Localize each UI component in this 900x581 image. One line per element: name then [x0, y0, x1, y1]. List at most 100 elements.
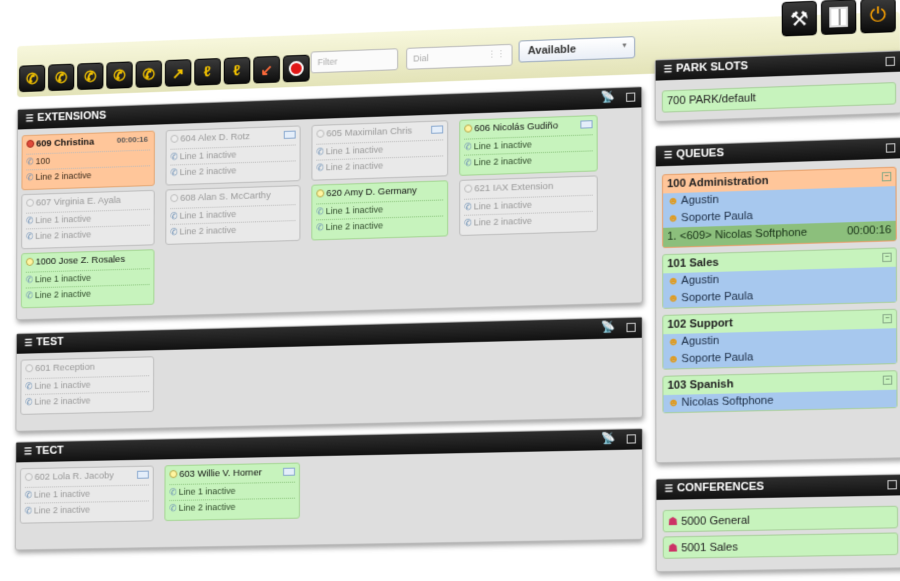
settings-tools-icon[interactable]: ⚒: [781, 0, 817, 37]
agent-icon: ☻: [667, 194, 680, 208]
extension-card[interactable]: 602 Lola R. Jacoby ✆ Line 1 inactive ✆ Line …: [19, 465, 154, 524]
extensions-title: EXTENSIONS: [37, 109, 107, 124]
dial-icon: ✆: [25, 70, 39, 88]
minimize-icon[interactable]: [885, 143, 896, 153]
menu-icon[interactable]: ☰: [25, 338, 33, 348]
collapse-icon[interactable]: −: [881, 171, 892, 182]
spy-button[interactable]: ℓ: [194, 57, 221, 86]
phone-line-icon: ✆: [464, 141, 472, 152]
tect-title: TECT: [35, 444, 64, 458]
extension-card[interactable]: 601 Reception ✆ Line 1 inactive ✆ Line 2 ina…: [20, 356, 155, 415]
voicemail-icon[interactable]: [431, 125, 444, 134]
extension-card[interactable]: 604 Alex D. Rotz ✆ Line 1 inactive ✆ Line 2 …: [165, 125, 301, 186]
queue-item[interactable]: 101 Sales − ☻ Agustin ☻ Soporte Paula: [662, 247, 898, 309]
phone-line-icon: ✆: [170, 167, 178, 178]
voicemail-icon[interactable]: [283, 467, 296, 476]
presence-status-icon: [170, 134, 179, 143]
test-panel: ☰ TEST 📡 601 Reception ✆ Line 1 inactive ✆ Lin…: [15, 316, 644, 432]
voicemail-icon[interactable]: [580, 120, 593, 129]
extension-line1-text: Line 1 inactive: [325, 144, 384, 157]
broadcast-icon[interactable]: 📡: [601, 90, 615, 104]
extension-name: 621 IAX Extension: [474, 180, 554, 195]
conference-room[interactable]: ☗ 5001 Sales: [662, 532, 899, 559]
menu-icon[interactable]: ☰: [664, 64, 672, 74]
conference-button[interactable]: ✆: [106, 61, 133, 89]
minimize-icon[interactable]: [885, 56, 895, 67]
queue-item[interactable]: 100 Administration − ☻ Agustin ☻ Soporte Paul…: [661, 166, 897, 249]
transfer-icon: ✆: [55, 69, 68, 87]
dialpad-icon[interactable]: ⋮⋮: [487, 49, 505, 61]
extension-card[interactable]: 608 Alan S. McCarthy ✆ Line 1 inactive ✆ Lin…: [165, 185, 301, 245]
broadcast-icon[interactable]: 📡: [601, 320, 615, 334]
extension-line1-text: Line 1 inactive: [35, 272, 92, 285]
broadcast-icon[interactable]: 📡: [601, 432, 615, 445]
extension-card[interactable]: 605 Maximilan Chris ✆ Line 1 inactive ✆ Line…: [311, 120, 449, 181]
hangup-button[interactable]: ↙: [253, 55, 280, 84]
extension-name: 602 Lola R. Jacoby: [34, 470, 114, 483]
extension-name: 620 Amy D. Germany: [326, 185, 417, 200]
pickup-button[interactable]: ↗: [164, 59, 192, 87]
extension-line2: ✆ Line 2 inactive: [464, 210, 593, 231]
extension-name: 609 Christina: [36, 136, 95, 150]
dial-button[interactable]: ✆: [19, 64, 46, 93]
minimize-icon[interactable]: [626, 92, 636, 102]
queues-header: ☰ QUEUES: [655, 137, 900, 167]
minimize-icon[interactable]: [626, 434, 636, 444]
extension-card[interactable]: 607 Virginia E. Ayala ✆ Line 1 inactive ✆ Li…: [21, 189, 155, 250]
extension-line2-text: Line 2 inactive: [179, 165, 237, 178]
agent-name: Agustin: [681, 193, 719, 208]
dial-input[interactable]: Dial ⋮⋮: [406, 43, 513, 70]
extension-card[interactable]: 606 Nicolás Gudiño ✆ Line 1 inactive ✆ Line …: [459, 114, 598, 176]
voicemail-icon[interactable]: [137, 470, 149, 479]
collapse-icon[interactable]: −: [882, 375, 893, 385]
attended-transfer-button[interactable]: ✆: [77, 62, 104, 91]
extension-name: 607 Virginia E. Ayala: [35, 194, 121, 209]
phone-line-icon: ✆: [316, 222, 324, 233]
agent-name: Soporte Paula: [681, 351, 754, 366]
menu-icon[interactable]: ☰: [24, 446, 32, 456]
filter-input[interactable]: Filter: [310, 48, 399, 74]
phone-line-icon: ✆: [169, 486, 177, 498]
phone-line-icon: ✆: [26, 172, 34, 183]
extension-card[interactable]: 609 Christina 00:00:16 ✆ 100 ✆ Line 2 inactiv…: [21, 130, 155, 191]
collapse-icon[interactable]: −: [882, 313, 892, 324]
transfer-button[interactable]: ✆: [48, 63, 75, 92]
queue-item[interactable]: 102 Support − ☻ Agustin ☻ Soporte Paula: [662, 308, 898, 370]
phone-line-icon: ✆: [464, 201, 472, 212]
menu-icon[interactable]: ☰: [665, 483, 673, 493]
agent-icon: ☻: [667, 335, 680, 349]
stop-button[interactable]: [282, 54, 310, 83]
extension-card[interactable]: 1000 Jose Z. Rosales ✆ Line 1 inactive ✆ Lin…: [20, 249, 155, 309]
extension-line2-text: Line 2 inactive: [473, 215, 532, 228]
menu-icon[interactable]: ☰: [26, 113, 34, 123]
voicemail-icon[interactable]: [283, 130, 296, 139]
queue-item[interactable]: 103 Spanish − ☻ Nicolas Softphone: [662, 370, 898, 414]
phone-line-icon: ✆: [170, 210, 178, 222]
park-slot[interactable]: 700 PARK/default: [661, 82, 897, 113]
whisper-button[interactable]: ℓ: [223, 56, 251, 85]
menu-icon[interactable]: ☰: [664, 150, 672, 160]
attended-transfer-icon: ✆: [84, 68, 97, 86]
status-select[interactable]: Available ▼: [518, 36, 636, 63]
record-button[interactable]: ✆: [135, 60, 163, 88]
pickup-icon: ↗: [171, 64, 185, 83]
minimize-icon[interactable]: [887, 480, 897, 490]
extension-line2: ✆ Line 2 inactive: [24, 500, 149, 519]
queue-name: 103 Spanish: [667, 378, 734, 392]
extension-card[interactable]: 603 Willie V. Horner ✆ Line 1 inactive ✆ Lin…: [164, 462, 300, 522]
extension-name: 601 Reception: [35, 361, 95, 375]
collapse-icon[interactable]: −: [882, 252, 892, 263]
extension-card[interactable]: 620 Amy D. Germany ✆ Line 1 inactive ✆ Line …: [311, 180, 449, 241]
extension-line1-text: Line 1 inactive: [473, 139, 532, 152]
phonebook-icon[interactable]: [820, 0, 857, 35]
minimize-icon[interactable]: [626, 322, 636, 333]
phone-line-icon: ✆: [169, 502, 177, 514]
queues-panel: ☰ QUEUES 100 Administration − ☻ Agustin ☻ Sopo…: [654, 136, 900, 464]
extension-card[interactable]: 621 IAX Extension ✆ Line 1 inactive ✆ Line 2…: [459, 175, 598, 237]
extension-line2-text: Line 2 inactive: [33, 504, 91, 516]
conference-room[interactable]: ☗ 5000 General: [662, 505, 899, 533]
presence-status-icon: [169, 470, 178, 479]
power-icon[interactable]: ⏻: [860, 0, 896, 34]
queue-name: 102 Support: [667, 317, 733, 332]
extension-line1-text: Line 1 inactive: [179, 149, 237, 162]
